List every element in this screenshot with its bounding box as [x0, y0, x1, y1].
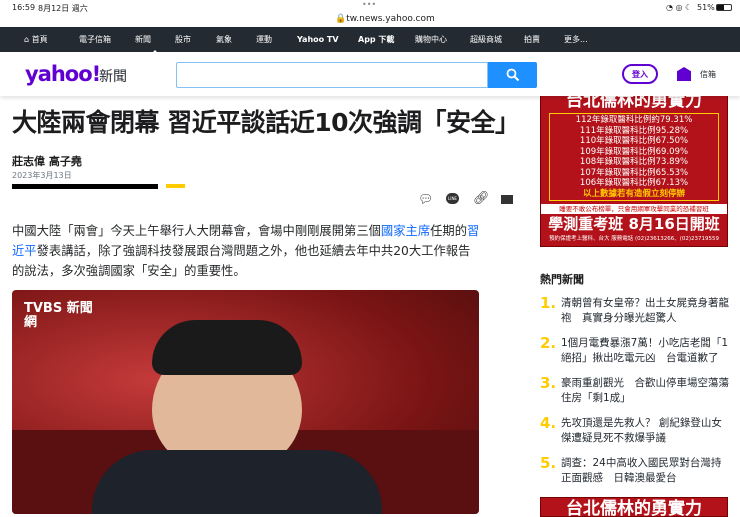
text: 中國大陸「兩會」今天上午舉行人大閉幕會，會場中剛剛展開第三個 — [12, 224, 381, 238]
divider — [12, 184, 158, 189]
hot-news-item[interactable]: 5. 調查：24中高收入國民眾對台灣持正面觀感 日韓澳最愛台 — [540, 456, 730, 486]
tvbs-watermark: TVBS 新聞網 — [24, 301, 93, 330]
link-icon[interactable]: 🔗︎ — [473, 191, 490, 206]
article-authors: 莊志偉 高子堯 — [12, 155, 82, 168]
nav-sports[interactable]: 運動 — [256, 34, 297, 45]
battery-level: 51% — [697, 3, 715, 12]
hot-news-item[interactable]: 3. 豪雨重創觀光 合歡山停車場空蕩蕩 住房「剩1成」 — [540, 374, 740, 406]
nav-app[interactable]: App 下載 — [358, 34, 415, 45]
ad-line: 107年錄取醫科比例65.53% — [579, 167, 689, 178]
wifi-icon: ◔ ◎ ☾ — [666, 3, 693, 12]
search-input[interactable] — [176, 62, 488, 88]
image-hair — [152, 320, 302, 375]
comment-icon[interactable]: 💬︎ — [418, 192, 433, 206]
battery-icon — [716, 4, 732, 11]
article-date: 2023年3月13日 — [12, 171, 72, 180]
ad-title: 台北儒林的勇實力 — [566, 95, 702, 111]
nav-more[interactable]: 更多... — [564, 34, 588, 45]
headline: 清朝曾有女皇帝？出土女屍竟身著龍袍 真實身分曝光超驚人 — [561, 297, 729, 324]
mail-link[interactable]: 信箱 — [700, 69, 716, 80]
nav-yahoo-tv[interactable]: Yahoo TV — [297, 35, 358, 44]
rank: 1. — [540, 294, 557, 312]
divider-accent — [166, 184, 185, 188]
ad-headline: 學測重考班 8月16日開班 — [548, 215, 720, 233]
hot-news-list: 1. 清朝曾有女皇帝？出土女屍竟身著龍袍 真實身分曝光超驚人 2. 1個月電費暴漲7… — [540, 296, 740, 496]
search-icon — [506, 68, 519, 82]
hot-news-item[interactable]: 2. 1個月電費暴漲7萬！小吃店老闆「1絕招」揪出吃電元凶 台電道歉了 — [540, 336, 730, 366]
rank: 4. — [540, 414, 557, 432]
image-suit — [92, 450, 382, 514]
ad-banner[interactable]: 台北儒林的勇實力 112年錄取醫科比例約79.31% 111年錄取醫科比例95.2… — [540, 95, 728, 247]
ad-note: 睡要不敢公布榜單，只會用網軍攻擊同業的恐補習班 — [541, 204, 727, 214]
article-image[interactable]: TVBS 新聞網 — [12, 290, 479, 514]
link-president[interactable]: 國家主席 — [381, 224, 430, 238]
nav-stock[interactable]: 股市 — [175, 34, 216, 45]
headline: 1個月電費暴漲7萬！小吃店老闆「1絕招」揪出吃電元凶 台電道歉了 — [561, 337, 729, 364]
section-name[interactable]: 新聞 — [99, 66, 127, 86]
headline: 豪雨重創觀光 合歡山停車場空蕩蕩 住房「剩1成」 — [561, 377, 740, 404]
ad-line: 108年錄取醫科比例73.89% — [579, 157, 689, 167]
text: 發表講話，除了強調科技發展跟台灣問題之外，他也延續去年中共20大工作報告的說法，… — [12, 244, 471, 278]
line-share-icon[interactable]: LINE — [446, 193, 459, 204]
paragraph: 中國大陸「兩會」今天上午舉行人大閉幕會，會場中剛剛展開第三個國家主席任期的習近平… — [12, 221, 482, 281]
hot-news-item[interactable]: 4. 先攻頂還是先救人？ 創紀錄登山女傑遭疑見死不救爆爭議 — [540, 416, 730, 446]
nav-label: 首頁 — [31, 35, 48, 44]
url-text: tw.news.yahoo.com — [346, 14, 435, 24]
status-time: 16:59 — [12, 3, 36, 12]
nav-mail[interactable]: 電子信箱 — [79, 34, 135, 45]
mail-icon[interactable] — [677, 67, 691, 81]
login-button[interactable]: 登入 — [622, 64, 658, 84]
ad-banner-bottom[interactable]: 台北儒林的勇實力 — [540, 497, 728, 517]
email-share-icon[interactable] — [501, 195, 513, 204]
status-bar: 16:59 8月12日 週六 ••• 🔒tw.news.yahoo.com ◔ … — [0, 0, 740, 27]
url-bar[interactable]: 🔒tw.news.yahoo.com — [335, 14, 435, 24]
nav-auction[interactable]: 拍賣 — [524, 34, 564, 45]
hot-news-item[interactable]: 1. 清朝曾有女皇帝？出土女屍竟身著龍袍 真實身分曝光超驚人 — [540, 296, 730, 326]
header: yahoo! 新聞 登入 信箱 — [0, 52, 740, 96]
ad-line: 112年錄取醫科比例約79.31% — [575, 115, 693, 125]
nav-news[interactable]: 新聞 — [135, 34, 175, 54]
top-nav: ⌂ 首頁 電子信箱 新聞 股市 氣象 運動 Yahoo TV App 下載 購物… — [0, 27, 740, 54]
article-body: 中國大陸「兩會」今天上午舉行人大閉幕會，會場中剛剛展開第三個國家主席任期的習近平… — [12, 221, 482, 281]
nav-mall[interactable]: 超級商城 — [470, 34, 524, 45]
tab-dots-icon[interactable]: ••• — [362, 0, 376, 9]
status-date: 8月12日 週六 — [38, 4, 88, 13]
headline: 調查：24中高收入國民眾對台灣持正面觀感 日韓澳最愛台 — [561, 457, 722, 484]
ad-line: 111年錄取醫科比例95.28% — [579, 125, 689, 136]
ad-line: 110年錄取醫科比例67.50% — [579, 136, 689, 146]
hot-news-title: 熱門新聞 — [540, 273, 584, 286]
nav-shopping[interactable]: 購物中心 — [415, 34, 470, 45]
text: 任期的 — [430, 224, 468, 238]
nav-home[interactable]: ⌂ 首頁 — [24, 34, 79, 45]
ad-line: 106年錄取醫科比例67.13% — [579, 178, 689, 188]
ad-warning: 以上數據若有造假立刻停辦 — [582, 188, 685, 199]
nav-weather[interactable]: 氣象 — [216, 34, 256, 45]
article-title: 大陸兩會閉幕 習近平談話近10次強調「安全」 — [12, 108, 520, 137]
ad-contact: 預約保證考上醫科、台大 服務電話 (02)23613266、(02)237195… — [548, 236, 720, 242]
ad-line: 109年錄取醫科比例69.09% — [579, 146, 689, 157]
home-icon: ⌂ — [24, 35, 30, 44]
rank: 5. — [540, 454, 557, 472]
rank: 2. — [540, 334, 557, 352]
headline: 先攻頂還是先救人？ 創紀錄登山女傑遭疑見死不救爆爭議 — [561, 417, 722, 444]
yahoo-logo[interactable]: yahoo! — [25, 62, 101, 86]
ad-box: 112年錄取醫科比例約79.31% 111年錄取醫科比例95.28% 110年錄取醫… — [549, 113, 719, 201]
rank: 3. — [540, 374, 557, 392]
search-button[interactable] — [488, 62, 537, 88]
